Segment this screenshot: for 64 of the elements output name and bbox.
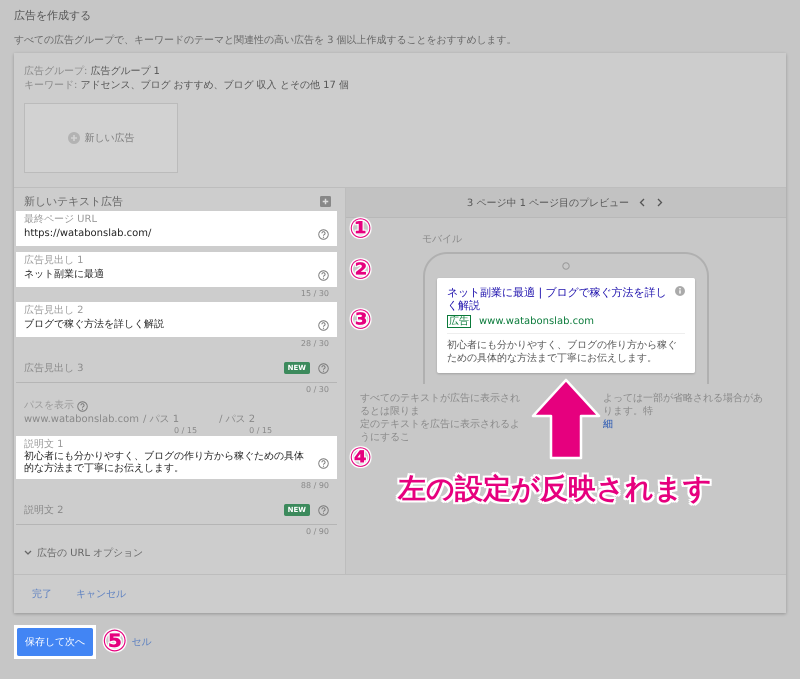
character-counter: 0 / 15 [174, 426, 198, 436]
character-counter: 0 / 30 [304, 384, 330, 396]
field-label: 広告見出し 2 [24, 305, 85, 317]
help-icon[interactable] [318, 270, 329, 280]
step-marker: ⑤ [102, 627, 128, 657]
disclaimer-text: よっては一部が省略される場合があります。特 [603, 392, 764, 418]
page-title: 広告を作成する [14, 8, 92, 23]
field-label: 広告見出し 3 [24, 362, 85, 375]
help-icon[interactable] [77, 400, 88, 412]
keyword-list: アドセンス、ブログ おすすめ、ブログ 収入 とその他 17 個 [80, 80, 349, 91]
field-label: 広告グループ: [24, 66, 88, 77]
field-value: ネット副業に最適 [24, 269, 105, 281]
field-label: 説明文 2 [24, 504, 65, 517]
field-label: 最終ページ URL [24, 214, 98, 226]
field-value: ブログで稼ぐ方法を詳しく解説 [24, 319, 165, 331]
field-label: 広告見出し 1 [24, 255, 85, 267]
url-options-toggle[interactable]: 広告の URL オプション [16, 540, 152, 566]
details-link[interactable]: 細 [603, 419, 613, 430]
help-icon[interactable] [318, 228, 329, 240]
callout-text: 左の設定が反映されます [398, 471, 712, 507]
help-icon[interactable] [318, 458, 329, 468]
chevron-right-icon [657, 198, 664, 207]
step-marker: ③ [349, 306, 372, 333]
path-field[interactable]: / パス 2 [219, 414, 256, 426]
add-icon[interactable] [320, 196, 331, 207]
ad-headline[interactable]: ネット副業に最適 | ブログで稼ぐ方法を詳しく解説 [447, 286, 671, 312]
help-icon[interactable] [318, 504, 329, 516]
character-counter: 28 / 30 [300, 338, 330, 350]
help-icon[interactable] [318, 320, 329, 330]
page-subtitle: すべての広告グループで、キーワードのテーマと関連性の高い広告を 3 個以上作成することをおすすめします。 [14, 34, 518, 47]
add-icon [68, 132, 80, 144]
done-button[interactable]: 完了 [24, 583, 60, 605]
new-ad-button[interactable]: 新しい広告 [24, 103, 178, 173]
character-counter: 15 / 30 [300, 288, 330, 300]
display-url: www.watabonslab.com [24, 414, 139, 426]
chevron-down-icon [24, 550, 32, 556]
disclaimer-text: 定のテキストを広告に表示されるようにするこ [360, 418, 521, 444]
save-and-next-button[interactable]: 保存して次へ [17, 628, 93, 656]
camera-icon [562, 262, 570, 270]
cancel-button[interactable]: セル [129, 631, 154, 653]
ad-url: www.watabonslab.com [479, 316, 594, 327]
info-icon[interactable] [675, 286, 685, 296]
character-counter: 0 / 15 [249, 426, 272, 436]
disclaimer-text: すべてのテキストが広告に表示されるとは限りま [360, 392, 521, 418]
character-counter: 88 / 90 [300, 480, 330, 492]
field-value: 初心者にも分かりやすく、ブログの作り方から稼ぐための具体的な方法まで丁寧にお伝えします。 [24, 451, 305, 475]
field-label: 説明文 1 [24, 439, 65, 450]
field-value: https://watabonslab.com/ [24, 228, 152, 240]
chevron-left-icon [639, 198, 646, 207]
previous-page-button[interactable] [637, 196, 648, 209]
character-counter: 0 / 90 [304, 526, 330, 538]
step-marker: ④ [349, 444, 372, 471]
preview-pager: 3 ページ中 1 ページ目のプレビュー [466, 196, 630, 210]
step-marker: ② [349, 256, 372, 283]
ad-label: 広告 [447, 315, 471, 328]
field-label: キーワード: [24, 80, 78, 91]
ad-group-name: 広告グループ 1 [90, 66, 160, 77]
path-field[interactable]: / パス 1 [142, 414, 180, 426]
device-label: モバイル [422, 233, 462, 246]
section-title: 新しいテキスト広告 [24, 194, 123, 209]
help-icon[interactable] [318, 362, 329, 374]
cancel-button[interactable]: キャンセル [68, 583, 134, 605]
step-marker: ① [349, 215, 372, 242]
ad-description: 初心者にも分かりやすく、ブログの作り方から稼ぐための具体的な方法まで丁寧にお伝えします。 [447, 339, 678, 365]
